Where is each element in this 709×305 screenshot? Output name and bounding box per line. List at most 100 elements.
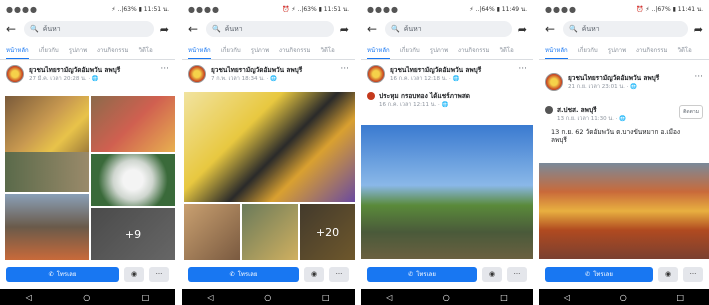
search-input[interactable]: 🔍 ค้นหา [563, 21, 688, 37]
nav-home-icon[interactable]: ○ [620, 293, 627, 302]
tab-home[interactable]: หน้าหลัก [188, 45, 211, 59]
phone-icon: ✆ [48, 270, 54, 278]
tab-photos[interactable]: รูปภาพ [430, 45, 448, 55]
shared-post-header: ส.ปชส. ลพบุรี 13 ก.ย. เวลา 11:30 น. · 🌐 … [539, 102, 709, 126]
call-button[interactable]: ✆ โทรเลย [6, 266, 119, 282]
back-arrow-icon[interactable]: ← [188, 22, 200, 36]
shared-title[interactable]: ส.ปชส. ลพบุรี [557, 105, 626, 115]
nav-recent-icon[interactable]: □ [322, 293, 330, 302]
nav-home-icon[interactable]: ○ [83, 293, 90, 302]
more-options-icon[interactable]: ··· [694, 72, 703, 82]
nav-recent-icon[interactable]: □ [142, 293, 150, 302]
phone-screen-4: ●●●● ⏰ ⚡ ..|67% ▮ 11:41 น. ← 🔍 ค้นหา ➦ ห… [539, 0, 709, 305]
messenger-button[interactable]: ◉ [124, 266, 144, 282]
tab-videos[interactable]: วิดีโอ [678, 45, 692, 55]
post-photo[interactable] [184, 204, 240, 260]
signal-dots: ●●●● [6, 4, 38, 14]
tab-videos[interactable]: วิดีโอ [321, 45, 335, 55]
share-icon[interactable]: ➦ [518, 23, 527, 36]
shared-title[interactable]: ประหุม กรอบทอง ได้แชร์ภาพสด [379, 91, 470, 101]
page-tabs: หน้าหลัก เกี่ยวกับ รูปภาพ งานกิจกรรม วิด… [539, 40, 709, 60]
follow-button[interactable]: ติดตาม [679, 105, 703, 119]
tab-about[interactable]: เกี่ยวกับ [39, 45, 59, 55]
post-photo[interactable] [184, 92, 355, 202]
post-photo[interactable]: +9 [91, 208, 175, 260]
share-icon[interactable]: ➦ [694, 23, 703, 36]
tab-about[interactable]: เกี่ยวกับ [221, 45, 241, 55]
post-photo[interactable] [539, 163, 709, 259]
share-icon[interactable]: ➦ [340, 23, 349, 36]
tab-about[interactable]: เกี่ยวกับ [578, 45, 598, 55]
more-button[interactable]: ··· [329, 266, 349, 282]
tab-home[interactable]: หน้าหลัก [6, 45, 29, 59]
nav-back-icon[interactable]: ◁ [207, 293, 213, 302]
more-button[interactable]: ··· [149, 266, 169, 282]
messenger-button[interactable]: ◉ [482, 266, 502, 282]
tab-about[interactable]: เกี่ยวกับ [400, 45, 420, 55]
android-nav-bar: ◁ ○ □ [539, 289, 709, 305]
call-button[interactable]: ✆ โทรเลย [367, 266, 477, 282]
search-input[interactable]: 🔍 ค้นหา [385, 21, 512, 37]
phone-screen-2: ●●●● ⏰ ⚡ ..|63% ▮ 11:51 น. ← 🔍 ค้นหา ➦ ห… [182, 0, 355, 305]
post-photo[interactable] [5, 152, 89, 192]
back-arrow-icon[interactable]: ← [367, 22, 379, 36]
post-photo[interactable] [242, 204, 298, 260]
tab-photos[interactable]: รูปภาพ [608, 45, 626, 55]
status-info: ⏰ ⚡ ..|67% ▮ 11:41 น. [636, 6, 703, 13]
more-options-icon[interactable]: ··· [518, 64, 527, 74]
phone-icon: ✆ [408, 270, 414, 278]
tab-home[interactable]: หน้าหลัก [545, 45, 568, 59]
nav-home-icon[interactable]: ○ [264, 293, 271, 302]
back-arrow-icon[interactable]: ← [6, 22, 18, 36]
back-arrow-icon[interactable]: ← [545, 22, 557, 36]
action-bar: ✆ โทรเลย ◉ ··· [361, 264, 533, 284]
more-options-icon[interactable]: ··· [160, 64, 169, 74]
share-icon[interactable]: ➦ [160, 23, 169, 36]
page-name[interactable]: ยุวชนไทยรามัญวัดอัมพวัน ลพบุรี [29, 65, 120, 75]
page-name[interactable]: ยุวชนไทยรามัญวัดอัมพวัน ลพบุรี [390, 65, 481, 75]
nav-back-icon[interactable]: ◁ [26, 293, 32, 302]
avatar[interactable] [6, 65, 24, 83]
avatar[interactable] [545, 73, 563, 91]
post-time: 27 มี.ค. เวลา 20:28 น. · 🌐 [29, 76, 99, 82]
page-name[interactable]: ยุวชนไทยรามัญวัดอัมพวัน ลพบุรี [568, 73, 659, 83]
more-button[interactable]: ··· [507, 266, 527, 282]
tab-photos[interactable]: รูปภาพ [69, 45, 87, 55]
post-time: 16 ก.ค. เวลา 12:18 น. · 🌐 [390, 76, 460, 82]
avatar[interactable] [367, 65, 385, 83]
tab-events[interactable]: งานกิจกรรม [636, 45, 668, 55]
more-options-icon[interactable]: ··· [340, 64, 349, 74]
tab-home[interactable]: หน้าหลัก [367, 45, 390, 59]
more-photos-count: +9 [91, 208, 175, 260]
more-button[interactable]: ··· [683, 266, 703, 282]
tab-events[interactable]: งานกิจกรรม [458, 45, 490, 55]
sharer-avatar[interactable] [367, 92, 375, 100]
messenger-icon: ◉ [310, 270, 318, 278]
tab-events[interactable]: งานกิจกรรม [97, 45, 129, 55]
post-photo[interactable] [91, 154, 175, 206]
nav-home-icon[interactable]: ○ [443, 293, 450, 302]
sharer-avatar[interactable] [545, 106, 553, 114]
status-bar: ●●●● ⚡ ..|63% ▮ 11:51 น. [0, 0, 175, 18]
android-nav-bar: ◁ ○ □ [361, 289, 533, 305]
search-input[interactable]: 🔍 ค้นหา [206, 21, 334, 37]
nav-recent-icon[interactable]: □ [500, 293, 508, 302]
messenger-button[interactable]: ◉ [304, 266, 324, 282]
nav-recent-icon[interactable]: □ [677, 293, 685, 302]
tab-events[interactable]: งานกิจกรรม [279, 45, 311, 55]
page-name[interactable]: ยุวชนไทยรามัญวัดอัมพวัน ลพบุรี [211, 65, 302, 75]
messenger-button[interactable]: ◉ [658, 266, 678, 282]
tab-photos[interactable]: รูปภาพ [251, 45, 269, 55]
nav-back-icon[interactable]: ◁ [386, 293, 392, 302]
tab-videos[interactable]: วิดีโอ [139, 45, 153, 55]
tab-videos[interactable]: วิดีโอ [500, 45, 514, 55]
post-photo[interactable] [91, 96, 175, 152]
search-input[interactable]: 🔍 ค้นหา [24, 21, 154, 37]
live-video[interactable] [361, 125, 533, 259]
post-photo[interactable] [5, 194, 89, 260]
nav-back-icon[interactable]: ◁ [564, 293, 570, 302]
call-button[interactable]: ✆ โทรเลย [188, 266, 299, 282]
avatar[interactable] [188, 65, 206, 83]
post-photo[interactable]: +20 [300, 204, 355, 260]
call-button[interactable]: ✆ โทรเลย [545, 266, 653, 282]
